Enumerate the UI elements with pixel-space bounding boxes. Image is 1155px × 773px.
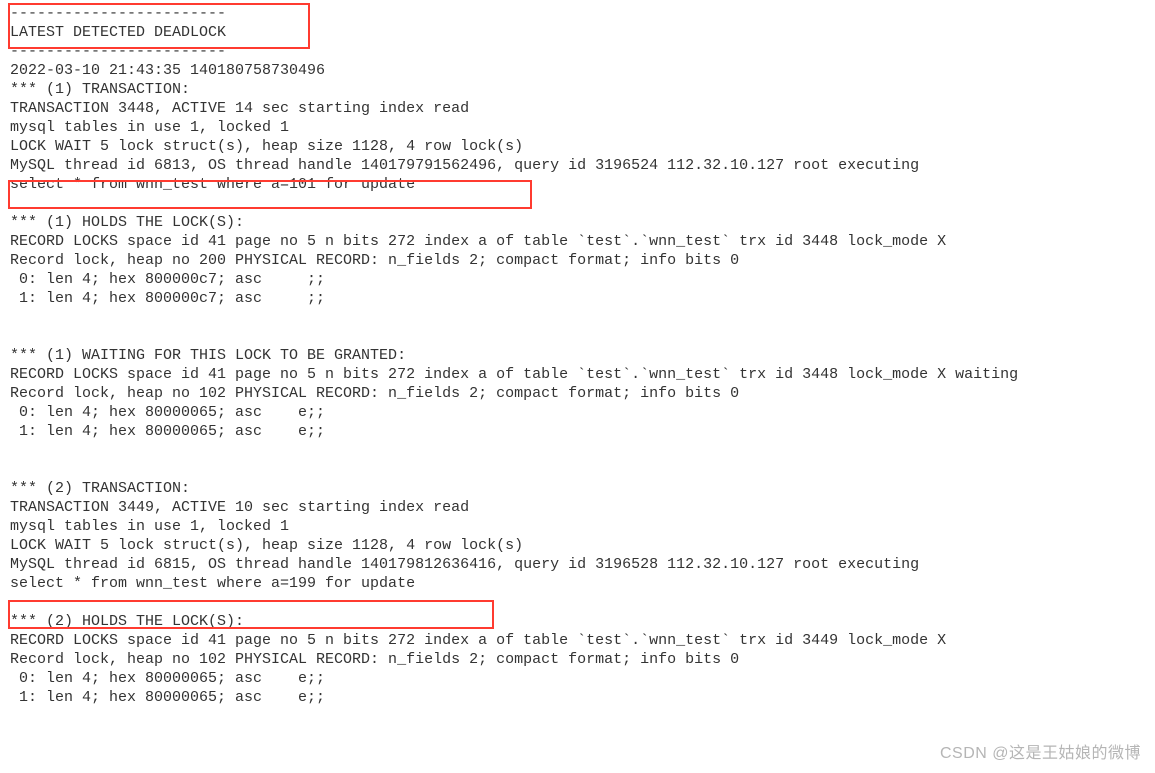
watermark: CSDN @这是王姑娘的微博 bbox=[940, 739, 1141, 763]
deadlock-log-output: ------------------------ LATEST DETECTED… bbox=[0, 0, 1155, 734]
